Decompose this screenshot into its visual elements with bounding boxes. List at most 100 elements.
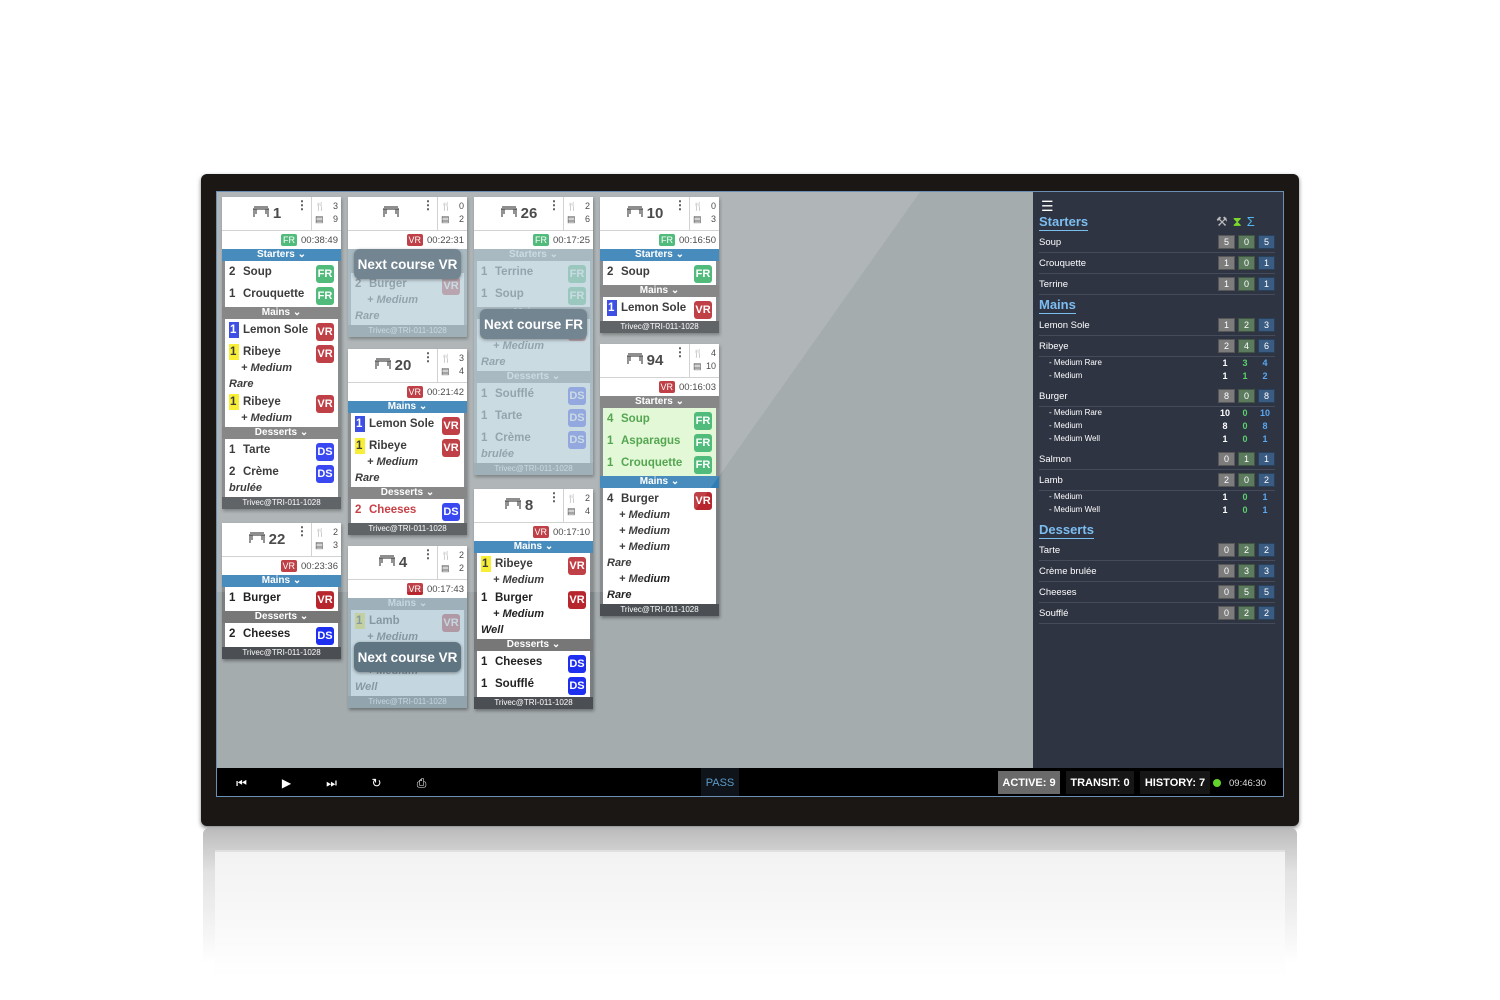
station-badge[interactable]: DS — [316, 465, 334, 483]
next-course-button[interactable]: Next course FR — [480, 309, 587, 339]
chevron-down-icon[interactable]: ⌄ — [673, 396, 684, 407]
order-card[interactable]: 20 ⋮ 🍴 3 ▤ 4 VR 00:21:42 Mains ⌄ 1 Lemon Sole VR 1 Ri… — [348, 349, 467, 535]
more-options-icon[interactable]: ⋮ — [548, 199, 560, 211]
order-item[interactable]: 1 Ribeye + Medium Rare VR — [225, 342, 338, 392]
table-number[interactable]: 26 ⋮ — [474, 197, 563, 230]
summary-row[interactable]: Crouquette 1 0 1 — [1039, 253, 1275, 274]
station-badge[interactable]: VR — [442, 417, 460, 435]
station-badge[interactable]: VR — [694, 492, 712, 510]
station-badge[interactable]: FR — [694, 456, 712, 474]
order-card[interactable]: 4⋮🍴2▤2VR00:17:43Mains ⌄1Lamb+ MediumVR1L… — [348, 546, 467, 708]
summary-row[interactable]: Tarte 0 2 2 — [1039, 540, 1275, 561]
order-item[interactable]: 1 Crouquette FR — [225, 284, 338, 306]
chevron-down-icon[interactable]: ⌄ — [668, 285, 679, 296]
station-badge[interactable]: DS — [316, 627, 334, 645]
order-card[interactable]: 1 ⋮ 🍴 3 ▤ 9 FR 00:38:49 Starters ⌄ 2 Soup FR 1 Crouqu… — [222, 197, 341, 509]
play-icon[interactable]: ▶ — [264, 776, 309, 790]
course-header[interactable]: Desserts ⌄ — [222, 427, 341, 439]
summary-row[interactable]: Burger 8 0 8 — [1039, 386, 1275, 407]
next-course-button[interactable]: Next course VR — [354, 642, 461, 672]
more-options-icon[interactable]: ⋮ — [674, 199, 686, 211]
active-count[interactable]: ACTIVE: 9 — [998, 771, 1060, 794]
order-item[interactable]: 1 Tarte DS — [225, 440, 338, 462]
station-badge[interactable]: VR — [316, 323, 334, 341]
order-item[interactable]: 1 Ribeye + Medium Rare VR — [351, 436, 464, 486]
pass-label[interactable]: PASS — [701, 768, 739, 796]
course-header[interactable]: Desserts ⌄ — [348, 487, 467, 499]
order-item[interactable]: 1 Cheeses DS — [477, 652, 590, 674]
order-item[interactable]: 1 Ribeye + Medium VR — [477, 554, 590, 588]
station-badge[interactable]: VR — [316, 345, 334, 363]
chevron-down-icon[interactable]: ⌄ — [668, 476, 679, 487]
course-header[interactable]: Mains ⌄ — [474, 541, 593, 553]
order-card[interactable]: ⋮🍴0▤2VR00:22:31Mains ⌄TakeAway ⌄2Burger+… — [348, 197, 467, 337]
order-item[interactable]: 4 Soup FR — [603, 409, 716, 431]
course-header[interactable]: Starters ⌄ — [600, 396, 719, 408]
refresh-icon[interactable]: ↻ — [354, 776, 399, 790]
chevron-down-icon[interactable]: ⌄ — [549, 639, 560, 650]
course-header[interactable]: Mains ⌄ — [348, 401, 467, 413]
order-card[interactable]: 94 ⋮ 🍴 4 ▤ 10 VR 00:16:03 Starters ⌄ 4 Soup FR 1 Aspa… — [600, 344, 719, 616]
course-header[interactable]: Mains ⌄ — [600, 285, 719, 297]
order-card[interactable]: 10 ⋮ 🍴 0 ▤ 3 FR 00:16:50 Starters ⌄ 2 Soup FR Mains … — [600, 197, 719, 333]
station-badge[interactable]: DS — [568, 677, 586, 695]
station-badge[interactable]: DS — [568, 655, 586, 673]
summary-row[interactable]: Terrine 1 0 1 — [1039, 274, 1275, 295]
hamburger-icon[interactable]: ☰ — [1041, 198, 1054, 215]
chevron-down-icon[interactable]: ⌄ — [542, 541, 553, 552]
chevron-down-icon[interactable]: ⌄ — [423, 487, 434, 498]
table-number[interactable]: 10 ⋮ — [600, 197, 689, 230]
summary-row[interactable]: Lamb 2 0 2 — [1039, 470, 1275, 491]
order-item[interactable]: 1 Lemon Sole VR — [351, 414, 464, 436]
order-card[interactable]: 8 ⋮ 🍴 2 ▤ 4 VR 00:17:10 Mains ⌄ 1 Ribeye + Medium VR… — [474, 489, 593, 709]
station-badge[interactable]: FR — [316, 287, 334, 305]
station-badge[interactable]: DS — [316, 443, 334, 461]
history-count[interactable]: HISTORY: 7 — [1140, 771, 1210, 794]
table-number[interactable]: 94 ⋮ — [600, 344, 689, 377]
order-item[interactable]: 4 Burger + Medium + Medium + Medium Rare + Med… — [603, 489, 716, 603]
more-options-icon[interactable]: ⋮ — [422, 351, 434, 363]
summary-row[interactable]: Salmon 0 1 1 — [1039, 449, 1275, 470]
station-badge[interactable]: DS — [442, 503, 460, 521]
chevron-down-icon[interactable]: ⌄ — [295, 249, 306, 260]
chevron-down-icon[interactable]: ⌄ — [297, 427, 308, 438]
order-card[interactable]: 22 ⋮ 🍴 2 ▤ 3 VR 00:23:36 Mains ⌄ 1 Burger VR Dessert… — [222, 523, 341, 659]
summary-row[interactable]: Soup 5 0 5 — [1039, 232, 1275, 253]
chevron-down-icon[interactable]: ⌄ — [416, 401, 427, 412]
course-header[interactable]: Mains ⌄ — [222, 307, 341, 319]
station-badge[interactable]: FR — [694, 434, 712, 452]
course-header[interactable]: Desserts ⌄ — [222, 611, 341, 623]
summary-row[interactable]: Cheeses 0 5 5 — [1039, 582, 1275, 603]
station-badge[interactable]: VR — [694, 301, 712, 319]
next-course-button[interactable]: Next course VR — [354, 249, 461, 279]
summary-row[interactable]: Ribeye 2 4 6 — [1039, 336, 1275, 357]
chevron-down-icon[interactable]: ⌄ — [290, 575, 301, 586]
summary-row[interactable]: Lemon Sole 1 2 3 — [1039, 315, 1275, 336]
table-number[interactable]: 1 ⋮ — [222, 197, 311, 230]
transit-count[interactable]: TRANSIT: 0 — [1066, 771, 1134, 794]
more-options-icon[interactable]: ⋮ — [422, 199, 434, 211]
skip-back-icon[interactable]: ⏮ — [219, 776, 264, 791]
table-number[interactable]: 4 ⋮ — [348, 546, 437, 579]
course-header[interactable]: Mains ⌄ — [600, 476, 719, 488]
station-badge[interactable]: VR — [316, 591, 334, 609]
chevron-down-icon[interactable]: ⌄ — [297, 611, 308, 622]
course-header[interactable]: Desserts ⌄ — [474, 639, 593, 651]
chevron-down-icon[interactable]: ⌄ — [673, 249, 684, 260]
order-item[interactable]: 1 Soufflé DS — [477, 674, 590, 696]
more-options-icon[interactable]: ⋮ — [674, 346, 686, 358]
summary-row[interactable]: Crème brulée 0 3 3 — [1039, 561, 1275, 582]
print-icon[interactable]: ⎙ — [399, 776, 444, 791]
order-item[interactable]: 1 Burger VR — [225, 588, 338, 610]
station-badge[interactable]: FR — [694, 412, 712, 430]
order-item[interactable]: 2 Cheeses DS — [351, 500, 464, 522]
station-badge[interactable]: VR — [568, 591, 586, 609]
course-header[interactable]: Starters ⌄ — [222, 249, 341, 261]
station-badge[interactable]: FR — [694, 265, 712, 283]
station-badge[interactable]: VR — [442, 439, 460, 457]
chevron-down-icon[interactable]: ⌄ — [290, 307, 301, 318]
skip-forward-icon[interactable]: ⏭ — [309, 776, 354, 791]
station-badge[interactable]: VR — [316, 395, 334, 413]
station-badge[interactable]: VR — [568, 557, 586, 575]
order-item[interactable]: 1 Burger + Medium Well VR — [477, 588, 590, 638]
